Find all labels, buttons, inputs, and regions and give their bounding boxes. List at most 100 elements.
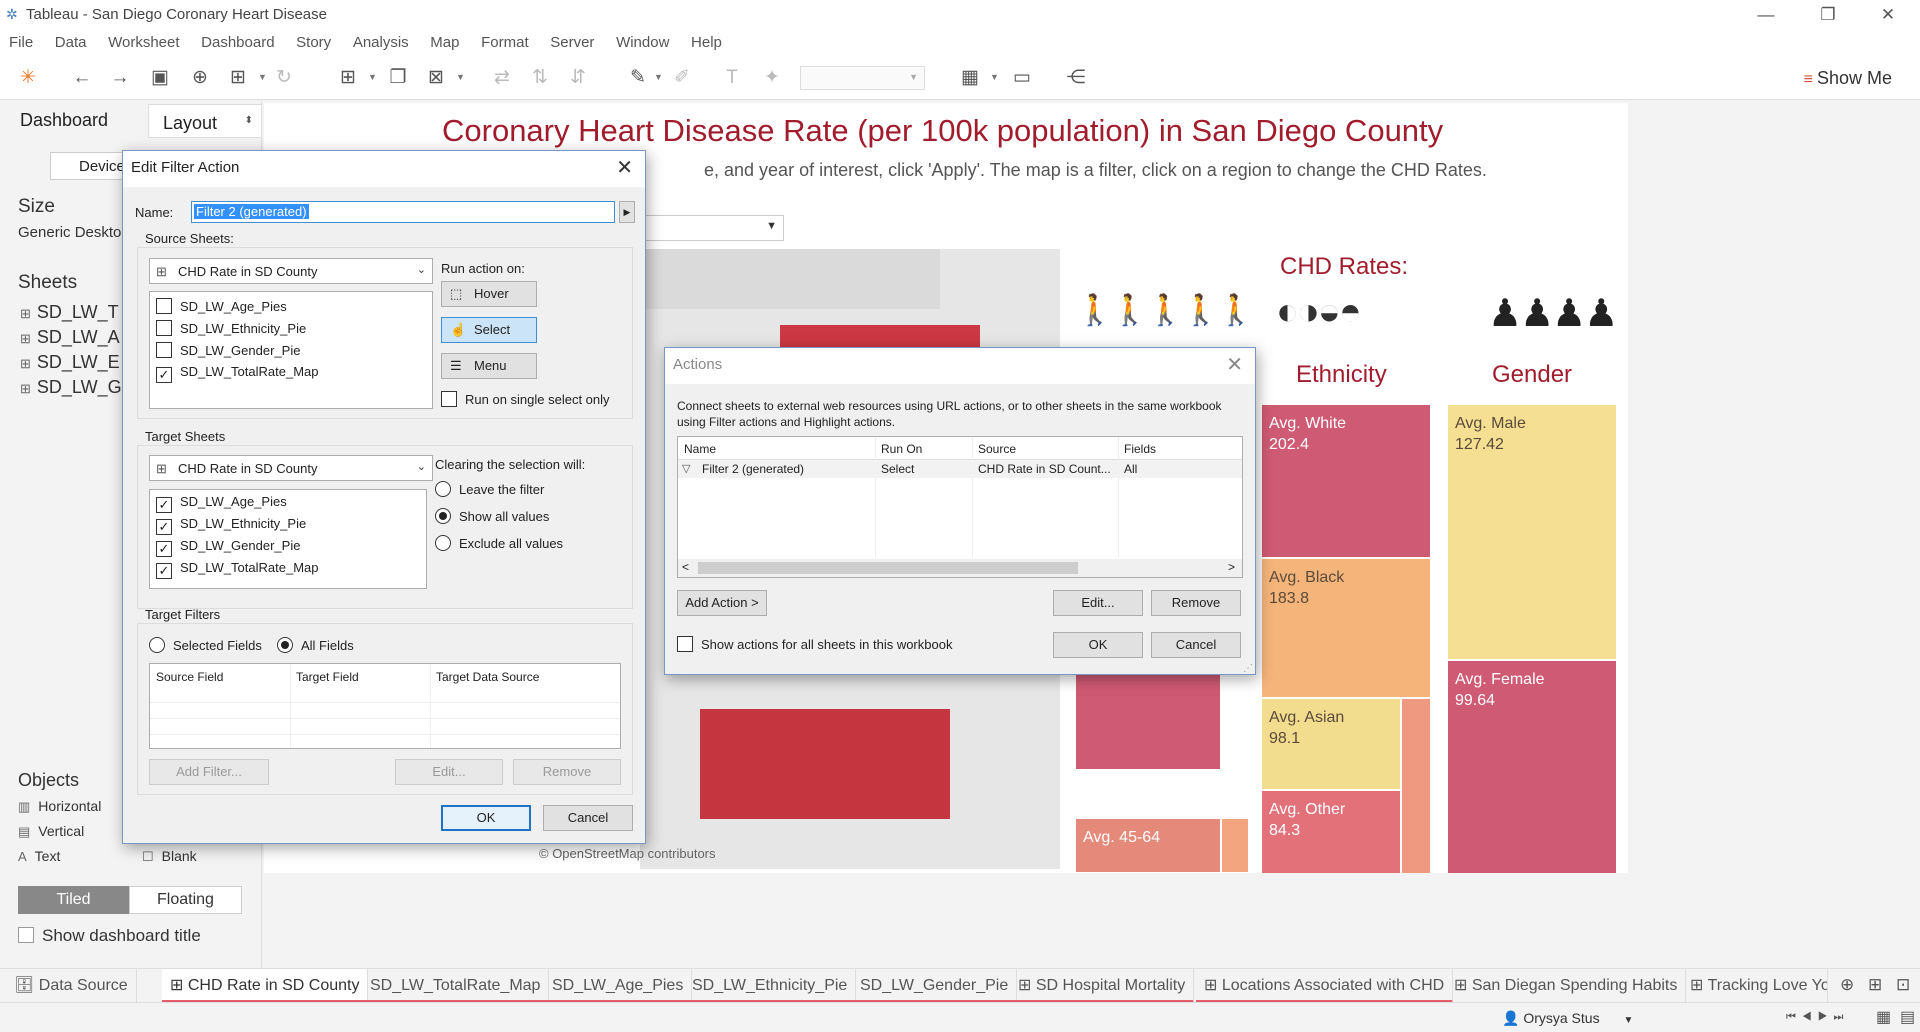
remove-filter-button[interactable]: Remove [513,759,621,785]
remove-action-button[interactable]: Remove [1151,590,1241,616]
fit-width-icon[interactable]: ▦ [958,66,982,90]
duplicate-sheet-icon[interactable]: ❐ [386,66,410,90]
clear-sheet-icon[interactable]: ⊠ [424,66,448,90]
floating-toggle[interactable]: Floating [129,886,242,914]
target-item[interactable]: ✓ SD_LW_Ethnicity_Pie [156,516,306,535]
menu-analysis[interactable]: Analysis [344,30,418,51]
redo-icon[interactable]: → [108,66,132,90]
target-item[interactable]: ✓ SD_LW_Gender_Pie [156,538,300,557]
object-blank[interactable]: ☐ Blank [142,848,197,865]
menu-dashboard[interactable]: Dashboard [192,30,283,51]
presentation-mode-icon[interactable]: ▭ [1010,66,1034,90]
edit-filter-button[interactable]: Edit... [395,759,503,785]
user-menu[interactable]: 👤 Orysya Stus ▼ [1502,1010,1633,1027]
menu-help[interactable]: Help [682,30,731,51]
tab-spending-habits[interactable]: ⊞ San Diegan Spending Habits [1446,969,1687,1003]
horizontal-scrollbar[interactable]: < > [678,559,1242,577]
menu-story[interactable]: Story [287,30,340,51]
menu-button[interactable]: ☰ Menu [441,353,537,379]
hover-button[interactable]: ⬚ Hover [441,281,537,307]
ethnicity-tile-white[interactable]: Avg. White 202.4 [1262,405,1430,557]
resize-grip-icon[interactable]: ⋰ [1243,663,1253,674]
sheet-item[interactable]: ⊞ SD_LW_E [20,352,120,373]
source-sheets-combo[interactable]: ⊞ CHD Rate in SD County ⌄ [149,258,433,284]
tab-locations-chd[interactable]: ⊞ Locations Associated with CHD [1196,969,1454,1003]
tab-tracking-love[interactable]: ⊞ Tracking Love Yo [1682,969,1828,1003]
age-tile[interactable]: Avg. 45-64 [1076,819,1220,872]
tableau-home-icon[interactable]: ✳ [16,66,40,90]
gender-tile-female[interactable]: Avg. Female 99.64 [1448,661,1616,873]
source-item[interactable]: ✓ SD_LW_TotalRate_Map [156,364,319,383]
source-sheets-list[interactable]: SD_LW_Age_Pies SD_LW_Ethnicity_Pie SD_LW… [149,291,433,409]
save-icon[interactable]: ▣ [148,66,172,90]
menu-worksheet[interactable]: Worksheet [99,30,188,51]
all-fields-radio[interactable]: All Fields [277,637,354,653]
tab-age-pies[interactable]: SD_LW_Age_Pies [544,969,693,1003]
tab-hospital-mortality[interactable]: ⊞ SD Hospital Mortality [1010,969,1195,1003]
gender-tile-male[interactable]: Avg. Male 127.42 [1448,405,1616,659]
ethnicity-tile-asian[interactable]: Avg. Asian 98.1 [1262,699,1400,789]
age-tile[interactable] [1222,819,1248,872]
col-name[interactable]: Name [684,442,716,456]
menu-server[interactable]: Server [541,30,603,51]
actions-cancel-button[interactable]: Cancel [1151,632,1241,658]
scroll-right-icon[interactable]: > [1228,560,1235,574]
object-text[interactable]: A Text [18,848,60,864]
minimize-button[interactable]: — [1744,2,1788,28]
tab-data-source[interactable]: 🗄 Data Source [6,969,137,1003]
edit-filter-ok-button[interactable]: OK [441,805,531,831]
menu-data[interactable]: Data [46,30,96,51]
new-worksheet-icon[interactable]: ⊞ [336,66,360,90]
close-icon[interactable]: ✕ [616,155,633,180]
share-icon[interactable]: ⋲ [1064,66,1088,90]
map-region[interactable] [700,709,950,819]
col-source[interactable]: Source [978,442,1016,456]
new-dashboard-tab-icon[interactable]: ⊞ [1868,975,1882,995]
sheet-item[interactable]: ⊞ SD_LW_G [20,377,122,398]
show-dashboard-title-checkbox[interactable]: Show dashboard title [18,926,201,946]
run-single-select-checkbox[interactable]: Run on single select only [441,391,610,407]
col-fields[interactable]: Fields [1124,442,1156,456]
filmstrip-icon[interactable]: ▤ [1900,1007,1915,1027]
menu-map[interactable]: Map [421,30,468,51]
chevron-down-icon[interactable]: ▼ [654,72,663,82]
tab-chd-rate[interactable]: ⊞ CHD Rate in SD County [162,969,369,1003]
exclude-all-values-radio[interactable]: Exclude all values [435,535,563,551]
actions-ok-button[interactable]: OK [1053,632,1143,658]
ethnicity-tile-other[interactable]: Avg. Other 84.3 [1262,791,1400,873]
source-item[interactable]: SD_LW_Gender_Pie [156,342,300,358]
year-filter-dropdown[interactable]: ▼ [644,215,784,241]
tab-gender-pie[interactable]: SD_LW_Gender_Pie [852,969,1018,1003]
source-item[interactable]: SD_LW_Age_Pies [156,298,287,314]
pause-updates-icon[interactable]: ⊞ [226,66,250,90]
col-run-on[interactable]: Run On [881,442,922,456]
tiled-toggle[interactable]: Tiled [18,886,129,914]
select-button[interactable]: ☝ Select [441,317,537,343]
show-all-values-radio[interactable]: Show all values [435,508,549,524]
edit-filter-cancel-button[interactable]: Cancel [543,805,633,831]
target-sheets-combo[interactable]: ⊞ CHD Rate in SD County ⌄ [149,455,433,481]
size-select[interactable]: Generic Deskto [18,224,121,241]
menu-format[interactable]: Format [472,30,538,51]
new-worksheet-tab-icon[interactable]: ⊕ [1840,975,1854,995]
actions-grid[interactable]: Name Run On Source Fields ▽ Filter 2 (ge… [677,436,1243,578]
age-tile[interactable] [1076,669,1220,769]
target-filters-grid[interactable]: Source Field Target Field Target Data So… [149,663,621,749]
undo-icon[interactable]: ← [70,66,94,90]
tab-layout[interactable]: Layout ⬍ [148,104,262,138]
swap-icon[interactable]: ⇄ [490,66,514,90]
target-item[interactable]: ✓ SD_LW_TotalRate_Map [156,560,319,579]
close-icon[interactable]: ✕ [1226,352,1243,377]
add-action-button[interactable]: Add Action > [677,590,767,616]
source-item[interactable]: SD_LW_Ethnicity_Pie [156,320,306,336]
leave-filter-radio[interactable]: Leave the filter [435,481,544,497]
name-insert-field-button[interactable]: ▶ [619,201,635,223]
sheet-nav-icons[interactable]: ⏮◀▶⏭ [1786,1011,1849,1024]
chevron-down-icon[interactable]: ▼ [456,72,465,82]
restore-button[interactable]: ❐ [1806,2,1850,28]
target-sheets-list[interactable]: ✓ SD_LW_Age_Pies ✓ SD_LW_Ethnicity_Pie ✓ SD… [149,489,427,589]
new-data-source-icon[interactable]: ⊕ [188,66,212,90]
show-me-button[interactable]: ≡ Show Me [1804,68,1892,89]
ethnicity-tile-small[interactable] [1402,699,1430,873]
fit-select[interactable]: ▼ [800,66,925,90]
